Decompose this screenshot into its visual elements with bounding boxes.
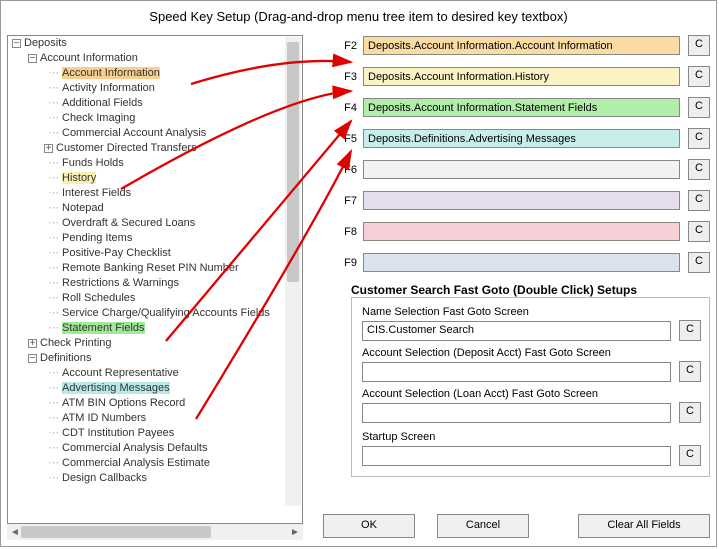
startup-screen-label: Startup Screen (362, 431, 701, 443)
key-row-f6: F6 C (331, 159, 710, 180)
key-assignment-pane: F2 Deposits.Account Information.Account … (303, 35, 710, 540)
tree-item-remote-banking-reset-pin[interactable]: Remote Banking Reset PIN Number (62, 262, 239, 274)
tree-item-cdt-institution-payees[interactable]: CDT Institution Payees (62, 427, 174, 439)
tree-group-definitions[interactable]: Definitions (40, 352, 91, 364)
key-label-f4: F4 (331, 102, 357, 114)
menu-tree[interactable]: −Deposits −Account Information ⋯Account … (7, 35, 303, 524)
tree-item-check-imaging[interactable]: Check Imaging (62, 112, 135, 124)
key-field-f7[interactable] (363, 191, 680, 210)
scroll-right-icon[interactable]: ► (289, 527, 301, 538)
key-field-f9[interactable] (363, 253, 680, 272)
ok-button[interactable]: OK (323, 514, 415, 538)
clear-key-button-f6[interactable]: C (688, 159, 710, 180)
clear-all-fields-button[interactable]: Clear All Fields (578, 514, 710, 538)
key-row-f3: F3 Deposits.Account Information.History … (331, 66, 710, 87)
clear-key-button-f7[interactable]: C (688, 190, 710, 211)
name-selection-input[interactable]: CIS.Customer Search (362, 321, 671, 341)
tree-item-commercial-analysis-estimate[interactable]: Commercial Analysis Estimate (62, 457, 210, 469)
scroll-left-icon[interactable]: ◄ (9, 527, 21, 538)
key-label-f3: F3 (331, 71, 357, 83)
loan-selection-input[interactable] (362, 403, 671, 423)
clear-key-button-f8[interactable]: C (688, 221, 710, 242)
key-label-f8: F8 (331, 226, 357, 238)
key-row-f8: F8 C (331, 221, 710, 242)
tree-item-account-information[interactable]: Account Information (62, 67, 160, 79)
tree-item-positive-pay-checklist[interactable]: Positive-Pay Checklist (62, 247, 171, 259)
key-field-f4[interactable]: Deposits.Account Information.Statement F… (363, 98, 680, 117)
clear-startup-button[interactable]: C (679, 445, 701, 466)
key-row-f7: F7 C (331, 190, 710, 211)
clear-loan-button[interactable]: C (679, 402, 701, 423)
key-field-f6[interactable] (363, 160, 680, 179)
dialog-buttons: OK Cancel Clear All Fields (323, 514, 710, 538)
tree-item-additional-fields[interactable]: Additional Fields (62, 97, 143, 109)
clear-deposit-button[interactable]: C (679, 361, 701, 382)
fast-goto-section-title: Customer Search Fast Goto (Double Click)… (351, 283, 710, 297)
tree-root[interactable]: Deposits (24, 37, 67, 49)
tree-item-atm-bin-options[interactable]: ATM BIN Options Record (62, 397, 185, 409)
tree-item-funds-holds[interactable]: Funds Holds (62, 157, 124, 169)
clear-name-button[interactable]: C (679, 320, 701, 341)
window-title: Speed Key Setup (Drag-and-drop menu tree… (1, 1, 716, 30)
deposit-selection-input[interactable] (362, 362, 671, 382)
menu-tree-pane: −Deposits −Account Information ⋯Account … (7, 35, 303, 540)
key-label-f6: F6 (331, 164, 357, 176)
tree-item-notepad[interactable]: Notepad (62, 202, 104, 214)
key-row-f5: F5 Deposits.Definitions.Advertising Mess… (331, 128, 710, 149)
speed-key-setup-window: Speed Key Setup (Drag-and-drop menu tree… (0, 0, 717, 547)
key-field-f2[interactable]: Deposits.Account Information.Account Inf… (363, 36, 680, 55)
loan-selection-label: Account Selection (Loan Acct) Fast Goto … (362, 388, 701, 400)
deposit-selection-label: Account Selection (Deposit Acct) Fast Go… (362, 347, 701, 359)
tree-vertical-scrollbar[interactable] (285, 37, 301, 506)
clear-key-button-f3[interactable]: C (688, 66, 710, 87)
clear-key-button-f9[interactable]: C (688, 252, 710, 273)
tree-item-interest-fields[interactable]: Interest Fields (62, 187, 131, 199)
tree-group-check-printing[interactable]: Check Printing (40, 337, 112, 349)
fast-goto-section: Name Selection Fast Goto Screen CIS.Cust… (351, 297, 710, 477)
key-row-f9: F9 C (331, 252, 710, 273)
tree-item-overdraft-secured-loans[interactable]: Overdraft & Secured Loans (62, 217, 195, 229)
key-row-f2: F2 Deposits.Account Information.Account … (331, 35, 710, 56)
tree-item-roll-schedules[interactable]: Roll Schedules (62, 292, 135, 304)
tree-item-account-representative[interactable]: Account Representative (62, 367, 179, 379)
key-field-f5[interactable]: Deposits.Definitions.Advertising Message… (363, 129, 680, 148)
startup-screen-input[interactable] (362, 446, 671, 466)
tree-item-pending-items[interactable]: Pending Items (62, 232, 132, 244)
key-row-f4: F4 Deposits.Account Information.Statemen… (331, 97, 710, 118)
tree-item-atm-id-numbers[interactable]: ATM ID Numbers (62, 412, 146, 424)
tree-item-customer-directed-transfers[interactable]: Customer Directed Transfers (56, 142, 197, 154)
key-field-f3[interactable]: Deposits.Account Information.History (363, 67, 680, 86)
clear-key-button-f2[interactable]: C (688, 35, 710, 56)
tree-group-account-info[interactable]: Account Information (40, 52, 138, 64)
key-field-f8[interactable] (363, 222, 680, 241)
clear-key-button-f4[interactable]: C (688, 97, 710, 118)
tree-item-history[interactable]: History (62, 172, 96, 184)
tree-item-advertising-messages[interactable]: Advertising Messages (62, 382, 170, 394)
tree-horizontal-scrollbar[interactable]: ◄ ► (7, 524, 303, 540)
tree-item-restrictions-warnings[interactable]: Restrictions & Warnings (62, 277, 179, 289)
tree-item-commercial-account-analysis[interactable]: Commercial Account Analysis (62, 127, 206, 139)
tree-item-design-callbacks[interactable]: Design Callbacks (62, 472, 147, 484)
key-label-f7: F7 (331, 195, 357, 207)
content-area: −Deposits −Account Information ⋯Account … (7, 35, 710, 540)
cancel-button[interactable]: Cancel (437, 514, 529, 538)
key-label-f9: F9 (331, 257, 357, 269)
key-label-f2: F2 (331, 40, 357, 52)
key-label-f5: F5 (331, 133, 357, 145)
tree-item-commercial-analysis-defaults[interactable]: Commercial Analysis Defaults (62, 442, 208, 454)
clear-key-button-f5[interactable]: C (688, 128, 710, 149)
tree-item-activity-information[interactable]: Activity Information (62, 82, 155, 94)
tree-item-service-charge-qualifying[interactable]: Service Charge/Qualifying Accounts Field… (62, 307, 270, 319)
name-selection-label: Name Selection Fast Goto Screen (362, 306, 701, 318)
tree-item-statement-fields[interactable]: Statement Fields (62, 322, 145, 334)
